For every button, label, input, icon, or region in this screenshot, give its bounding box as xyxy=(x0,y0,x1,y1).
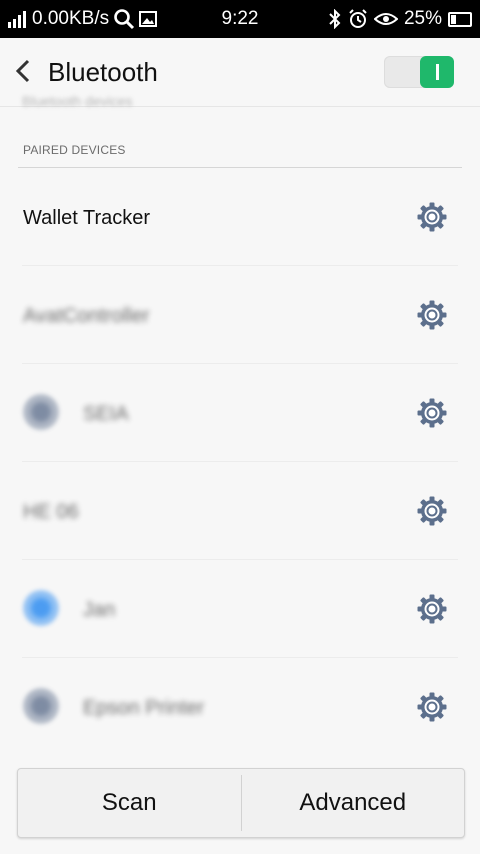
page-title: Bluetooth xyxy=(48,57,158,87)
device-icon xyxy=(23,688,59,724)
bluetooth-toggle[interactable] xyxy=(384,56,454,88)
gear-icon[interactable] xyxy=(416,691,448,723)
device-name: HE 06 xyxy=(23,501,79,523)
scan-button[interactable]: Scan xyxy=(18,769,241,837)
device-icon xyxy=(23,590,59,626)
toggle-knob xyxy=(420,56,454,88)
available-devices-label: Bluetooth devices xyxy=(22,93,133,109)
device-name: Epson Printer xyxy=(83,697,205,719)
paired-device-list: Wallet Tracker AvatController SEIA HE 06 Jan… xyxy=(0,168,480,756)
device-row[interactable]: Epson Printer xyxy=(0,658,480,756)
gear-icon[interactable] xyxy=(416,299,448,331)
gear-icon[interactable] xyxy=(416,201,448,233)
battery-icon xyxy=(448,11,472,27)
device-icon xyxy=(23,394,59,430)
battery-percent: 25% xyxy=(403,8,442,29)
gear-icon[interactable] xyxy=(416,495,448,527)
device-name: Wallet Tracker xyxy=(23,207,151,229)
gear-icon[interactable] xyxy=(416,593,448,625)
device-name: AvatController xyxy=(23,305,150,327)
device-row[interactable]: SEIA xyxy=(0,364,480,462)
eye-icon xyxy=(373,13,398,25)
gear-icon[interactable] xyxy=(416,397,448,429)
bottom-action-bar: Scan Advanced xyxy=(17,768,465,838)
advanced-button[interactable]: Advanced xyxy=(242,769,465,837)
device-row[interactable]: Wallet Tracker xyxy=(0,168,480,266)
alarm-icon xyxy=(349,9,367,28)
device-row[interactable]: HE 06 xyxy=(0,462,480,560)
status-bar: 0.00KB/s 9:22 25% xyxy=(0,0,480,38)
paired-devices-header: PAIRED DEVICES xyxy=(23,143,126,157)
device-name: Jan xyxy=(83,599,116,621)
bluetooth-icon xyxy=(329,9,341,29)
device-name: SEIA xyxy=(83,403,129,425)
device-row[interactable]: AvatController xyxy=(0,266,480,364)
chevron-left-icon[interactable] xyxy=(14,56,32,92)
device-row[interactable]: Jan xyxy=(0,560,480,658)
